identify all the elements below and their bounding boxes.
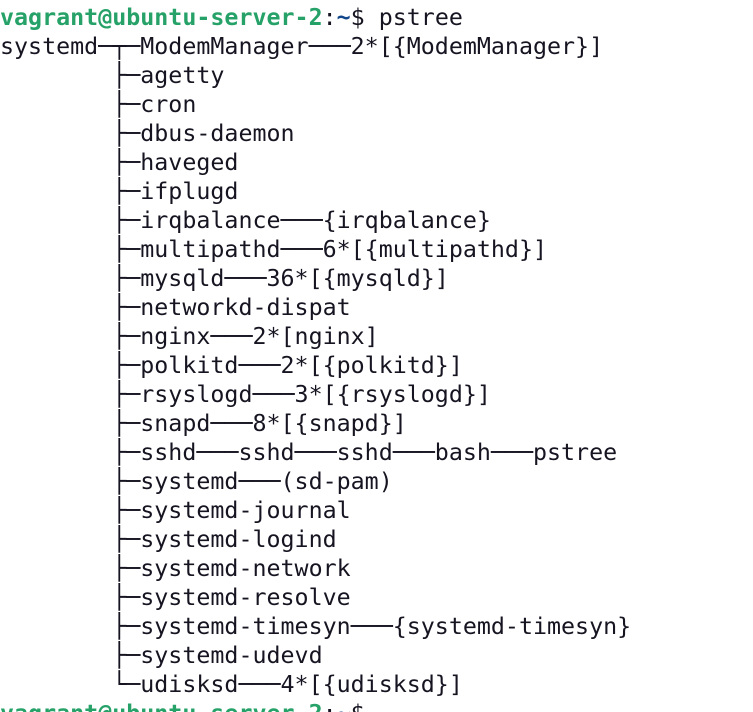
terminal-window[interactable]: vagrant@ubuntu-server-2:~$ pstree system… — [0, 0, 753, 712]
output-line: ├─systemd-network — [0, 555, 351, 582]
prompt-separator: : — [323, 700, 337, 712]
output-line: ├─systemd-resolve — [0, 584, 351, 611]
prompt-separator: : — [322, 4, 337, 31]
output-line: ├─rsyslogd───3*[{rsyslogd}] — [0, 381, 491, 408]
prompt-user-host: vagrant@ubuntu-server-2 — [0, 4, 323, 31]
prompt-symbol: $ — [351, 700, 379, 712]
prompt-user-host: vagrant@ubuntu-server-2 — [0, 700, 323, 712]
output-line: ├─irqbalance───{irqbalance} — [0, 207, 491, 234]
output-line: ├─systemd-logind — [0, 526, 337, 553]
output-line: ├─sshd───sshd───sshd───bash───pstree — [0, 439, 618, 466]
prompt-path: ~ — [336, 4, 351, 31]
output-line: ├─dbus-daemon — [0, 120, 295, 147]
output-line: ├─mysqld───36*[{mysqld}] — [0, 265, 449, 292]
output-line: ├─haveged — [0, 149, 239, 176]
output-line: ├─ifplugd — [0, 178, 239, 205]
output-line: ├─systemd───(sd-pam) — [0, 468, 393, 495]
output-line: ├─cron — [0, 91, 197, 118]
output-line: ├─systemd-journal — [0, 497, 351, 524]
output-line: ├─systemd-udevd — [0, 642, 323, 669]
output-line: systemd─┬─ModemManager───2*[{ModemManage… — [0, 33, 604, 60]
prompt-line: vagrant@ubuntu-server-2:~$ pstree — [0, 3, 463, 32]
output-line: ├─agetty — [0, 62, 225, 89]
output-line: ├─multipathd───6*[{multipathd}] — [0, 236, 548, 263]
output-line: ├─snapd───8*[{snapd}] — [0, 410, 407, 437]
output-line: ├─nginx───2*[nginx] — [0, 323, 379, 350]
prompt-line: vagrant@ubuntu-server-2:~$ — [0, 699, 379, 712]
output-line: ├─networkd-dispat — [0, 294, 351, 321]
prompt-path: ~ — [337, 700, 351, 712]
output-line: ├─polkitd───2*[{polkitd}] — [0, 352, 463, 379]
output-line: └─udisksd───4*[{udisksd}] — [0, 671, 463, 698]
output-line: ├─systemd-timesyn───{systemd-timesyn} — [0, 613, 632, 640]
prompt-symbol: $ — [350, 4, 379, 31]
command-text: pstree — [378, 4, 463, 31]
